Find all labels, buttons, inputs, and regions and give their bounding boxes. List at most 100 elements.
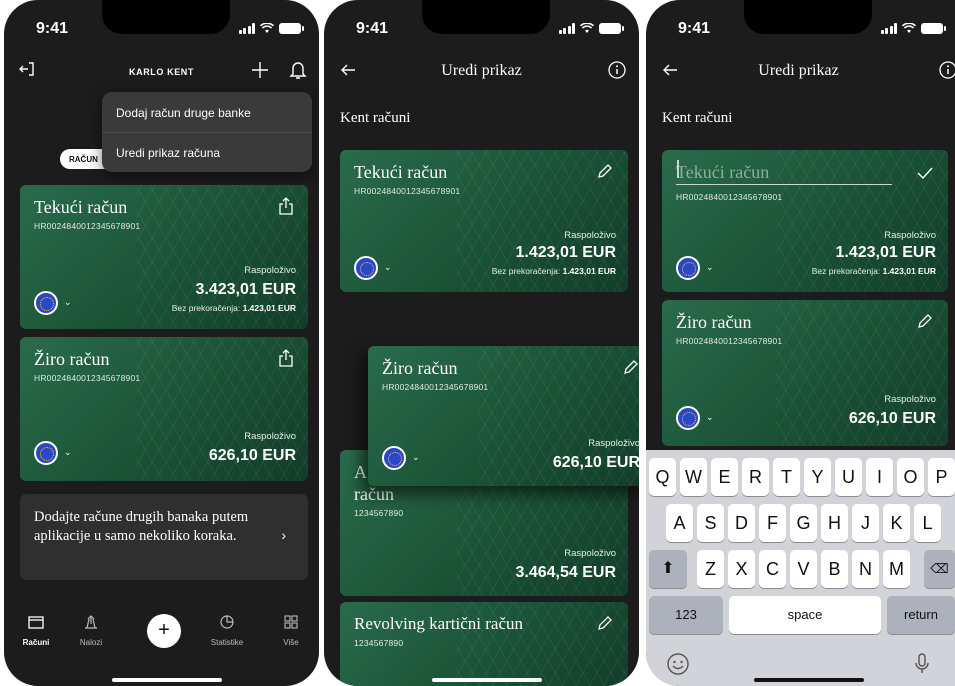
menu-add-other-bank[interactable]: Dodaj račun druge banke (116, 106, 251, 120)
plus-icon[interactable] (250, 60, 270, 80)
account-card[interactable]: Tekući račun HR0024840012345678901 Raspo… (20, 185, 308, 329)
keyboard: Q W E R T Y U I O P A S D F G H J K L ⬆ … (646, 450, 955, 686)
notch (102, 0, 230, 34)
account-name-input[interactable]: Tekući račun (676, 162, 769, 183)
section-title: Kent računi (340, 110, 411, 126)
tab-label: Računi (22, 638, 50, 647)
add-other-banks-banner[interactable]: Dodajte račune drugih banaka putem aplik… (20, 494, 308, 580)
key-q[interactable]: Q (649, 458, 676, 496)
edit-pencil-icon[interactable] (916, 312, 934, 330)
available-label: Raspoloživo (564, 548, 616, 559)
eu-flag-icon[interactable] (354, 256, 378, 280)
edit-pencil-icon[interactable] (622, 358, 639, 376)
account-card[interactable]: Žiro račun HR0024840012345678901 Raspolo… (20, 337, 308, 481)
account-card-editing[interactable]: Tekući račun HR0024840012345678901 Raspo… (662, 150, 948, 292)
menu-edit-view[interactable]: Uredi prikaz računa (116, 146, 220, 160)
notch (422, 0, 550, 34)
overdraft-amount: 1.423,01 EUR (562, 266, 616, 276)
key-o[interactable]: O (897, 458, 924, 496)
home-indicator (432, 678, 542, 682)
key-u[interactable]: U (835, 458, 862, 496)
text-cursor (677, 160, 679, 178)
top-bar: KARLO KENT (4, 56, 319, 88)
tab-orders[interactable]: Nalozi (66, 614, 116, 647)
account-card-dragging[interactable]: Žiro račun HR0024840012345678901 Raspolo… (368, 346, 639, 486)
key-a[interactable]: A (666, 504, 693, 542)
key-j[interactable]: J (852, 504, 879, 542)
account-iban: HR0024840012345678901 (676, 192, 783, 202)
info-icon[interactable] (938, 60, 955, 80)
chevron-down-icon[interactable]: ⌄ (64, 297, 72, 308)
eu-flag-icon[interactable] (34, 441, 58, 465)
key-x[interactable]: X (728, 550, 755, 588)
eu-flag-icon[interactable] (676, 256, 700, 280)
key-c[interactable]: C (759, 550, 786, 588)
info-icon[interactable] (607, 60, 627, 80)
signal-icon (880, 23, 897, 34)
key-b[interactable]: B (821, 550, 848, 588)
key-n[interactable]: N (852, 550, 879, 588)
key-e[interactable]: E (711, 458, 738, 496)
chevron-down-icon[interactable]: ⌄ (706, 262, 714, 273)
key-y[interactable]: Y (804, 458, 831, 496)
chevron-down-icon[interactable]: ⌄ (412, 452, 420, 463)
key-k[interactable]: K (883, 504, 910, 542)
grid-icon (284, 615, 298, 629)
share-icon[interactable] (278, 349, 294, 367)
return-key[interactable]: return (887, 596, 955, 634)
numbers-key[interactable]: 123 (649, 596, 723, 634)
pie-chart-icon (220, 615, 234, 629)
key-v[interactable]: V (790, 550, 817, 588)
emoji-icon[interactable] (666, 652, 690, 676)
key-h[interactable]: H (821, 504, 848, 542)
eu-flag-icon[interactable] (34, 291, 58, 315)
space-key[interactable]: space (729, 596, 881, 634)
overdraft-label: Bez prekoračenja: (811, 266, 881, 276)
eu-flag-icon[interactable] (676, 406, 700, 430)
tab-statistics[interactable]: Statistike (202, 614, 252, 647)
edit-pencil-icon[interactable] (596, 162, 614, 180)
key-s[interactable]: S (697, 504, 724, 542)
account-iban: 1234567890 (354, 638, 404, 648)
chevron-down-icon[interactable]: ⌄ (384, 262, 392, 273)
tab-more[interactable]: Više (266, 614, 316, 647)
page-title: Uredi prikaz (441, 62, 522, 79)
key-r[interactable]: R (742, 458, 769, 496)
key-l[interactable]: L (914, 504, 941, 542)
bell-icon[interactable] (289, 60, 307, 80)
edit-pencil-icon[interactable] (596, 614, 614, 632)
account-balance: 1.423,01 EUR (515, 244, 616, 261)
notch (744, 0, 872, 34)
key-g[interactable]: G (790, 504, 817, 542)
overdraft-amount: 1.423,01 EUR (882, 266, 936, 276)
account-iban: 1234567890 (354, 508, 404, 518)
share-icon[interactable] (278, 197, 294, 215)
status-time: 9:41 (36, 20, 69, 37)
checkmark-icon[interactable] (916, 166, 934, 180)
key-m[interactable]: M (883, 550, 910, 588)
key-f[interactable]: F (759, 504, 786, 542)
chevron-down-icon[interactable]: ⌄ (706, 412, 714, 423)
account-card[interactable]: Tekući račun HR0024840012345678901 Raspo… (340, 150, 628, 292)
key-d[interactable]: D (728, 504, 755, 542)
backspace-key[interactable]: ⌫ (924, 550, 955, 588)
key-i[interactable]: I (866, 458, 893, 496)
tab-accounts[interactable]: Računi (11, 614, 61, 647)
chevron-down-icon[interactable]: ⌄ (64, 447, 72, 458)
status-bar: 9:41 (4, 0, 319, 44)
key-p[interactable]: P (928, 458, 955, 496)
microphone-icon[interactable] (914, 652, 930, 676)
account-card[interactable]: Revolving kartični račun 1234567890 (340, 602, 628, 686)
account-balance: 3.464,54 EUR (515, 564, 616, 581)
wifi-icon (260, 23, 274, 33)
add-button[interactable]: + (147, 614, 181, 648)
shift-key[interactable]: ⬆ (649, 550, 687, 588)
key-z[interactable]: Z (697, 550, 724, 588)
key-t[interactable]: T (773, 458, 800, 496)
key-w[interactable]: W (680, 458, 707, 496)
tab-bar: Računi Nalozi + Statistike Više (4, 614, 319, 674)
account-name: Tekući račun (354, 162, 448, 182)
overdraft-label: Bez prekoračenja: (491, 266, 561, 276)
eu-flag-icon[interactable] (382, 446, 406, 470)
account-card[interactable]: Žiro račun HR0024840012345678901 Raspolo… (662, 300, 948, 446)
